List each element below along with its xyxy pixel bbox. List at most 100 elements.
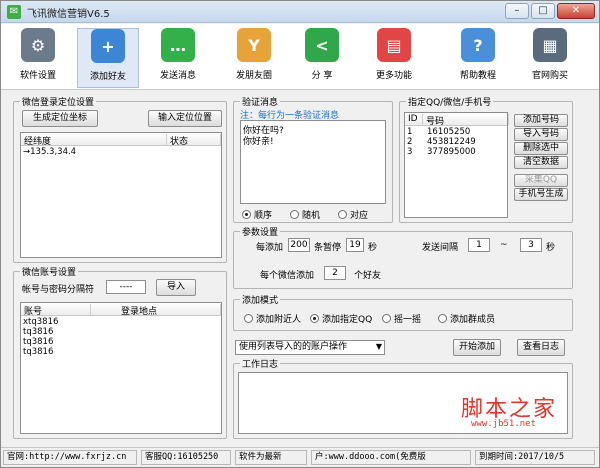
import-button[interactable]: 导入 bbox=[156, 279, 196, 296]
account-list[interactable]: 账号 登录地点 xtq3816 tq3816 tq3816 tq3816 bbox=[20, 302, 222, 434]
row-number: 453812249 bbox=[427, 137, 476, 147]
mode-match-radio[interactable]: 对应 bbox=[338, 208, 368, 221]
separator-label: 帐号与密码分隔符 bbox=[22, 285, 95, 295]
app-logo-icon: ✉ bbox=[7, 5, 21, 19]
status-site[interactable]: 官网:http://www.fxrjz.cn bbox=[3, 450, 137, 465]
tool-settings[interactable]: ⚙ 软件设置 bbox=[7, 28, 69, 88]
group-title: 验证消息 bbox=[240, 95, 281, 108]
radio-label: 对应 bbox=[350, 211, 369, 221]
app-window: ✉ 飞讯微信营销V6.5 – □ ✕ ⚙ 软件设置 + 添加好友 … 发送消息 … bbox=[0, 0, 600, 468]
view-log-button[interactable]: 查看日志 bbox=[517, 339, 565, 356]
generate-location-button[interactable]: 生成定位坐标 bbox=[22, 110, 98, 127]
help-icon: ? bbox=[461, 28, 495, 62]
list-header: 经纬度 状态 bbox=[21, 133, 221, 147]
table-row[interactable]: 2 453812249 bbox=[407, 137, 476, 147]
list-item[interactable]: tq3816 bbox=[23, 327, 53, 337]
group-title: 微信账号设置 bbox=[20, 265, 79, 278]
per-wechat-label: 每个微信添加 bbox=[260, 271, 315, 281]
input-location-button[interactable]: 输入定位位置 bbox=[148, 110, 222, 127]
add-each-label: 每添加 bbox=[256, 243, 284, 253]
add-each-input[interactable]: 200 bbox=[288, 238, 310, 252]
mode-group-member-radio[interactable]: 添加群成员 bbox=[438, 312, 495, 325]
column-header[interactable]: 登录地点 bbox=[91, 304, 221, 317]
tool-more[interactable]: ▤ 更多功能 bbox=[363, 28, 425, 88]
qq-number-list[interactable]: ID 号码 1 16105250 2 453812249 3 377895000 bbox=[404, 112, 509, 218]
radio-label: 随机 bbox=[302, 211, 321, 221]
start-add-button[interactable]: 开始添加 bbox=[453, 339, 501, 356]
range-separator: ~ bbox=[500, 240, 508, 250]
mode-shake-radio[interactable]: 摇一摇 bbox=[382, 312, 421, 325]
close-button[interactable]: ✕ bbox=[557, 3, 595, 19]
row-number: 377895000 bbox=[427, 147, 476, 157]
mode-random-radio[interactable]: 随机 bbox=[290, 208, 320, 221]
radio-label: 添加指定QQ bbox=[322, 315, 373, 325]
tool-share[interactable]: < 分 享 bbox=[291, 28, 353, 88]
tool-moments[interactable]: Y 发朋友圈 bbox=[223, 28, 285, 88]
tool-label: 更多功能 bbox=[375, 71, 412, 81]
list-item[interactable]: →135.3,34.4 bbox=[23, 147, 76, 157]
chevron-down-icon: ▼ bbox=[375, 342, 382, 351]
column-header[interactable]: 状态 bbox=[167, 134, 221, 147]
import-number-button[interactable]: 导入号码 bbox=[514, 128, 568, 141]
verify-message-textarea[interactable]: 你好在吗? 你好亲! bbox=[240, 120, 386, 204]
mode-nearby-radio[interactable]: 添加附近人 bbox=[244, 312, 301, 325]
window-controls: – □ ✕ bbox=[505, 3, 595, 19]
location-list[interactable]: 经纬度 状态 →135.3,34.4 bbox=[20, 132, 222, 258]
add-mode-group: 添加模式 添加附近人 添加指定QQ 摇一摇 添加群成员 bbox=[233, 293, 573, 331]
tool-label: 帮助教程 bbox=[459, 71, 496, 81]
status-qq: 客服QQ:16105250 bbox=[141, 450, 231, 465]
table-row[interactable]: 3 377895000 bbox=[407, 147, 476, 157]
mode-sequential-radio[interactable]: 顺序 bbox=[242, 208, 272, 221]
radio-dot-icon bbox=[244, 314, 253, 323]
radio-dot-icon bbox=[438, 314, 447, 323]
select-value: 使用列表导入的的账户操作 bbox=[239, 342, 348, 352]
list-item[interactable]: tq3816 bbox=[23, 347, 53, 357]
add-number-button[interactable]: 添加号码 bbox=[514, 114, 568, 127]
gear-icon: ⚙ bbox=[21, 28, 55, 62]
list-header: 账号 登录地点 bbox=[21, 303, 221, 317]
tool-buy[interactable]: ▦ 官网购买 bbox=[519, 28, 581, 88]
collect-qq-button[interactable]: 采集QQ bbox=[514, 174, 568, 187]
group-title: 微信登录定位设置 bbox=[20, 95, 97, 108]
column-header[interactable]: 账号 bbox=[21, 304, 91, 317]
column-header[interactable]: ID bbox=[405, 114, 423, 125]
title-bar[interactable]: ✉ 飞讯微信营销V6.5 – □ ✕ bbox=[1, 1, 599, 23]
table-row[interactable]: 1 16105250 bbox=[407, 127, 470, 137]
clear-data-button[interactable]: 清空数据 bbox=[514, 156, 568, 169]
status-expire: 到期时间:2017/10/5 bbox=[475, 450, 595, 465]
tool-label: 发朋友圈 bbox=[235, 71, 272, 81]
delete-selected-button[interactable]: 删除选中 bbox=[514, 142, 568, 155]
column-header[interactable]: 号码 bbox=[423, 114, 509, 127]
pause-input[interactable]: 19 bbox=[346, 238, 364, 252]
moments-icon: Y bbox=[237, 28, 271, 62]
list-item[interactable]: tq3816 bbox=[23, 337, 53, 347]
account-group: 微信账号设置 帐号与密码分隔符 ---- 导入 账号 登录地点 xtq3816 … bbox=[13, 265, 227, 439]
phone-generate-button[interactable]: 手机号生成 bbox=[514, 188, 568, 201]
radio-label: 添加附近人 bbox=[256, 315, 302, 325]
share-icon: < bbox=[305, 28, 339, 62]
radio-label: 顺序 bbox=[254, 211, 273, 221]
mode-qq-radio[interactable]: 添加指定QQ bbox=[310, 312, 372, 325]
window-title: 飞讯微信营销V6.5 bbox=[27, 9, 110, 20]
row-id: 2 bbox=[407, 137, 413, 147]
radio-dot-icon bbox=[290, 210, 299, 219]
interval-min-input[interactable]: 1 bbox=[468, 238, 490, 252]
tool-help[interactable]: ? 帮助教程 bbox=[447, 28, 509, 88]
seconds-label: 秒 bbox=[368, 243, 378, 253]
tool-send-message[interactable]: … 发送消息 bbox=[147, 28, 209, 88]
separator-input[interactable]: ---- bbox=[106, 280, 146, 294]
tool-label: 发送消息 bbox=[159, 71, 196, 81]
add-user-icon: + bbox=[91, 29, 125, 63]
minimize-button[interactable]: – bbox=[505, 3, 529, 19]
chat-icon: … bbox=[161, 28, 195, 62]
interval-max-input[interactable]: 3 bbox=[520, 238, 542, 252]
per-wechat-input[interactable]: 2 bbox=[324, 266, 346, 280]
maximize-button[interactable]: □ bbox=[531, 3, 555, 19]
list-item[interactable]: xtq3816 bbox=[23, 317, 58, 327]
friends-label: 个好友 bbox=[354, 271, 382, 281]
params-group: 参数设置 每添加 200 条暂停 19 秒 发送间隔 1 ~ 3 秒 每个微信添… bbox=[233, 225, 573, 289]
tool-add-friend[interactable]: + 添加好友 bbox=[77, 28, 139, 88]
watermark-url: www.jb51.net bbox=[471, 419, 537, 429]
account-mode-select[interactable]: 使用列表导入的的账户操作 ▼ bbox=[235, 340, 385, 355]
column-header[interactable]: 经纬度 bbox=[21, 134, 167, 147]
